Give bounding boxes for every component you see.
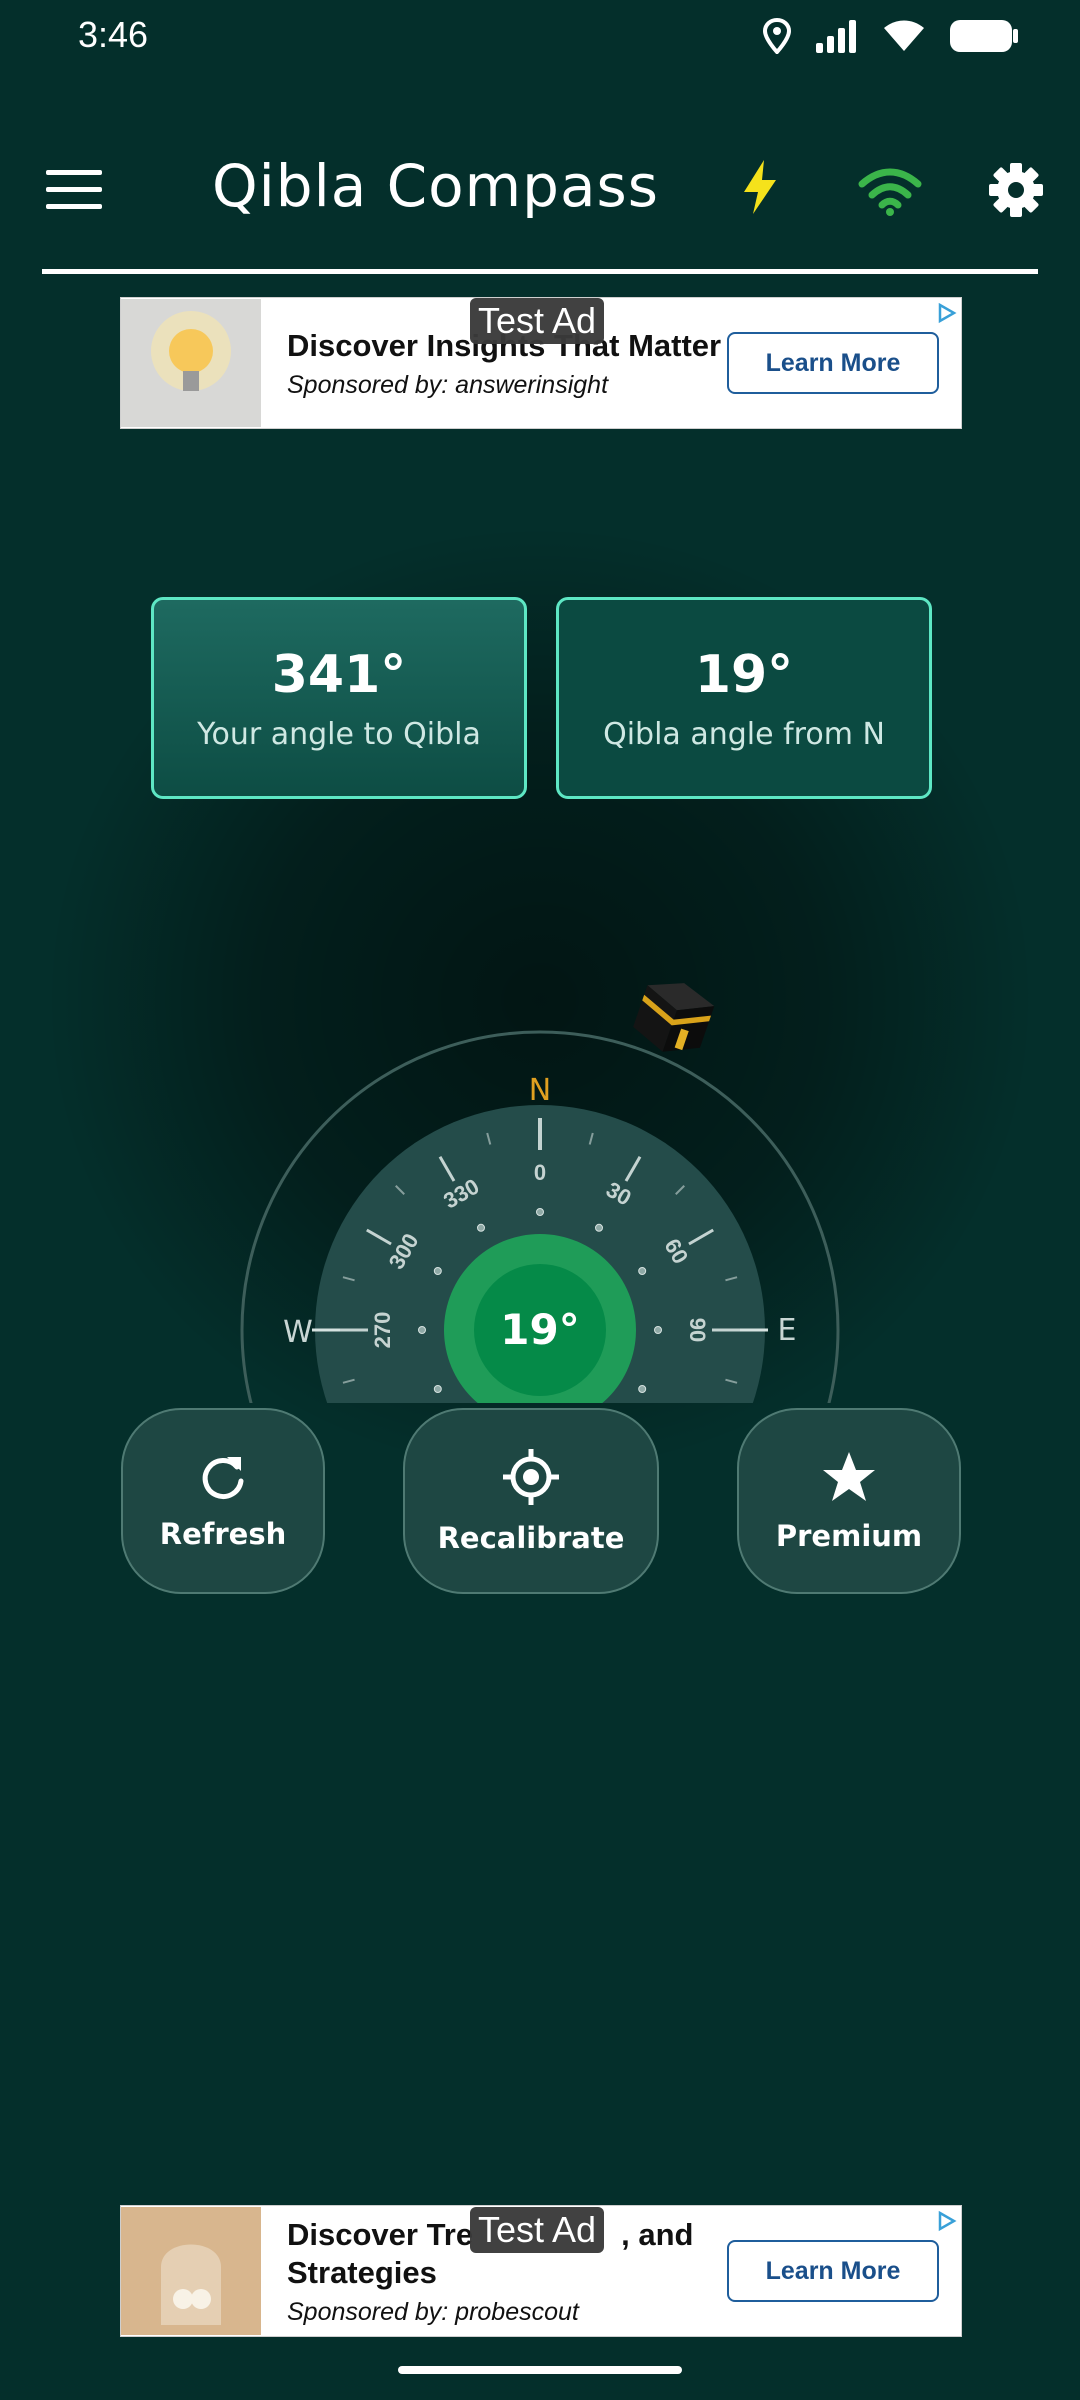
menu-icon — [46, 170, 102, 175]
compass-tick-label: 90 — [685, 1318, 710, 1342]
qibla-from-north-value: 19° — [694, 644, 794, 705]
premium-label: Premium — [775, 1519, 923, 1553]
location-icon — [762, 18, 792, 54]
recalibrate-label: Recalibrate — [437, 1521, 625, 1555]
battery-icon — [950, 20, 1018, 52]
compass-dot — [595, 1223, 603, 1232]
ad-headline-part1: Discover Tre — [287, 2216, 474, 2252]
wifi-icon — [884, 20, 924, 51]
refresh-label: Refresh — [159, 1517, 287, 1551]
qibla-from-north-card: 19° Qibla angle from N — [556, 597, 932, 799]
refresh-icon — [202, 1457, 244, 1499]
compass-dial: 0306090270300330 N W E 19° — [240, 983, 840, 1420]
ad-choices-icon[interactable] — [935, 2210, 957, 2232]
compass-dot — [418, 1326, 426, 1334]
menu-button[interactable] — [46, 170, 102, 214]
crosshair-icon — [503, 1449, 559, 1505]
qibla-from-north-label: Qibla angle from N — [603, 716, 885, 752]
ad-headline-line2: Strategies — [287, 2254, 437, 2290]
ad-headline-part2: , and — [621, 2216, 694, 2252]
status-time: 3:46 — [78, 14, 149, 55]
refresh-button[interactable]: Refresh — [121, 1408, 325, 1594]
compass-dot — [433, 1385, 442, 1393]
app-title: Qibla Compass — [212, 152, 659, 220]
compass-tick-label: 0 — [534, 1160, 546, 1185]
test-ad-badge: Test Ad — [470, 298, 605, 344]
status-icons — [762, 18, 1020, 54]
ad-choices-icon[interactable] — [935, 302, 957, 324]
angle-to-qibla-label: Your angle to Qibla — [197, 716, 481, 752]
wifi-status-icon[interactable] — [858, 168, 922, 216]
settings-icon[interactable] — [988, 162, 1044, 218]
compass-tick — [689, 1416, 713, 1420]
lightning-icon[interactable] — [740, 158, 780, 216]
app-bar-divider — [42, 269, 1038, 274]
compass-east-label: E — [778, 1313, 797, 1348]
ad-thumbnail-lightbulb — [121, 299, 261, 427]
compass-center-value: 19° — [500, 1305, 579, 1354]
angle-to-qibla-card: 341° Your angle to Qibla — [151, 597, 527, 799]
compass-dot — [638, 1385, 647, 1393]
ad-thumbnail-bulbs — [121, 2207, 261, 2335]
ad-sponsor: Sponsored by: answerinsight — [287, 370, 609, 399]
star-icon — [823, 1452, 875, 1501]
angle-to-qibla-value: 341° — [271, 644, 407, 705]
compass-dot — [638, 1267, 647, 1275]
compass-tick-label: 270 — [370, 1312, 395, 1349]
ad-learn-more-button[interactable]: Learn More — [727, 2240, 939, 2302]
recalibrate-button[interactable]: Recalibrate — [403, 1408, 659, 1594]
test-ad-badge: Test Ad — [470, 2207, 605, 2253]
compass-west-label: W — [283, 1315, 313, 1350]
ad-sponsor: Sponsored by: probescout — [287, 2297, 579, 2326]
compass-north-label: N — [529, 1073, 551, 1108]
compass-dot — [477, 1223, 485, 1232]
compass-dot — [433, 1267, 442, 1275]
signal-icon — [816, 20, 856, 53]
ad-learn-more-button[interactable]: Learn More — [727, 332, 939, 394]
compass-dot — [654, 1326, 662, 1334]
home-indicator[interactable] — [398, 2366, 682, 2374]
compass-tick — [367, 1416, 391, 1420]
premium-button[interactable]: Premium — [737, 1408, 961, 1594]
compass-dot — [536, 1208, 544, 1216]
